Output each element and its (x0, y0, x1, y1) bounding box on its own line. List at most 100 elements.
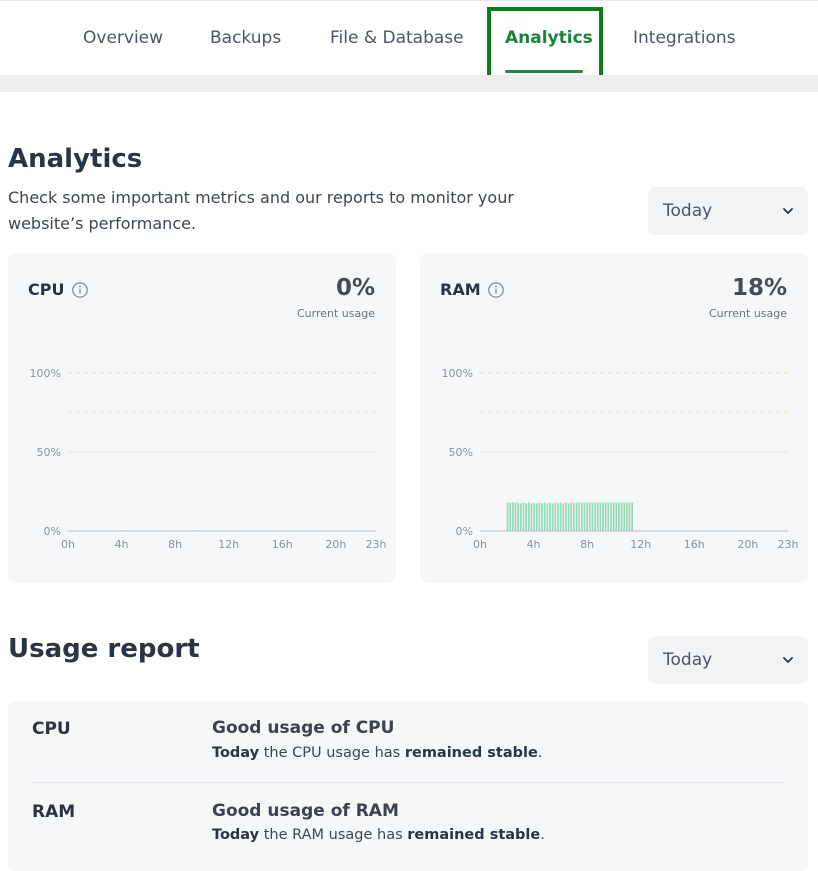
card-title: RAM (440, 280, 481, 299)
select-value: Today (663, 201, 713, 221)
tab-integrations[interactable]: Integrations (633, 1, 736, 76)
data-bar (596, 502, 599, 531)
data-bar (509, 502, 512, 531)
data-bar (549, 502, 551, 531)
x-tick-label: 12h (630, 538, 651, 551)
data-bar (599, 502, 602, 531)
data-bar (527, 502, 530, 531)
current-usage-value: 18% (731, 275, 787, 301)
y-tick-label: 50% (449, 446, 473, 459)
x-tick-label: 4h (527, 538, 541, 551)
data-bar (631, 502, 633, 531)
x-tick-label: 16h (272, 538, 293, 551)
card-title: CPU (28, 280, 65, 299)
report-row-title: Good usage of CPU (212, 718, 395, 738)
data-bar (520, 503, 522, 531)
usage-report-period-select[interactable]: Today (648, 636, 808, 684)
ram-card: RAM 18% Current usage 0% 50% 100% 0h 4h 8h 12h… (420, 253, 808, 583)
current-usage-label: Current usage (296, 307, 375, 320)
data-bar (591, 502, 594, 531)
data-bar (607, 502, 610, 531)
x-tick-label: 8h (580, 538, 594, 551)
data-bar (573, 503, 575, 531)
tab-bar: Overview Backups File & Database Analyti… (0, 0, 818, 87)
data-bar (554, 502, 557, 531)
data-bar (583, 502, 586, 531)
data-bar (615, 502, 618, 531)
page-description: Check some important metrics and our rep… (8, 188, 514, 233)
data-bar (512, 502, 514, 531)
data-bar (612, 502, 615, 531)
y-tick-label: 0% (456, 525, 473, 538)
usage-report-panel: CPU Good usage of CPU Today the CPU usag… (8, 701, 808, 871)
data-bar (525, 503, 527, 531)
x-tick-label: 4h (115, 538, 129, 551)
chevron-down-icon (783, 208, 793, 214)
data-bar (506, 502, 509, 531)
data-bar (514, 502, 517, 531)
page-title: Analytics (8, 144, 143, 174)
data-bar (543, 502, 546, 531)
report-row-text: Today the RAM usage has remained stable. (212, 827, 545, 843)
data-bar (594, 502, 596, 531)
y-tick-label: 100% (30, 367, 61, 380)
data-bar (522, 502, 525, 531)
chevron-down-icon (783, 657, 793, 663)
data-bar (533, 502, 535, 531)
data-bar (517, 502, 520, 531)
report-divider (32, 782, 784, 783)
x-tick-label: 12h (218, 538, 239, 551)
x-tick-label: 0h (473, 538, 487, 551)
cpu-card: CPU 0% Current usage 0% 50% 100% 0h 4h 8h 12h 1… (8, 253, 396, 583)
ram-usage-chart: 0% 50% 100% 0h 4h 8h 12h 16h 20h 23h (442, 367, 799, 551)
data-bar (538, 502, 541, 531)
data-bar (620, 502, 623, 531)
info-icon[interactable] (71, 281, 89, 299)
x-tick-label: 20h (325, 538, 346, 551)
select-value: Today (663, 650, 713, 670)
info-icon[interactable] (487, 281, 505, 299)
data-bar (588, 502, 591, 531)
data-bar (586, 502, 588, 531)
data-bar (628, 502, 631, 531)
x-tick-label: 8h (168, 538, 182, 551)
data-bar (546, 503, 549, 531)
usage-report-title: Usage report (8, 634, 200, 664)
current-usage-value: 0% (335, 275, 375, 301)
data-bar (623, 502, 626, 531)
data-bar (626, 502, 628, 531)
report-row-text: Today the CPU usage has remained stable. (212, 745, 543, 761)
x-tick-label: 23h (366, 538, 387, 551)
data-bar (530, 503, 533, 531)
data-bar (535, 503, 538, 531)
y-tick-label: 0% (44, 525, 61, 538)
data-bar (570, 502, 573, 531)
x-tick-label: 23h (778, 538, 799, 551)
current-usage-label: Current usage (708, 307, 787, 320)
cpu-usage-chart: 0% 50% 100% 0h 4h 8h 12h 16h 20h 23h (30, 367, 387, 551)
data-bar (541, 503, 543, 531)
x-tick-label: 0h (61, 538, 75, 551)
data-bar (602, 502, 604, 531)
data-bar (578, 502, 580, 531)
tab-overview[interactable]: Overview (83, 1, 163, 76)
x-tick-label: 20h (737, 538, 758, 551)
data-bar (580, 502, 583, 531)
tab-backups[interactable]: Backups (210, 1, 281, 76)
data-bar (567, 503, 570, 531)
y-tick-label: 100% (442, 367, 473, 380)
data-bar (557, 503, 559, 531)
data-bar (610, 502, 612, 531)
data-bar (565, 502, 567, 531)
data-bar (618, 502, 620, 531)
x-tick-label: 16h (684, 538, 705, 551)
tab-bar-divider (0, 75, 818, 92)
data-bar (559, 502, 562, 531)
data-bar (562, 503, 565, 531)
report-row-label: CPU (32, 719, 71, 739)
data-bar (551, 503, 554, 531)
report-row-title: Good usage of RAM (212, 801, 399, 821)
analytics-period-select[interactable]: Today (648, 187, 808, 235)
tab-file-database[interactable]: File & Database (330, 1, 464, 76)
data-bar (575, 502, 578, 531)
